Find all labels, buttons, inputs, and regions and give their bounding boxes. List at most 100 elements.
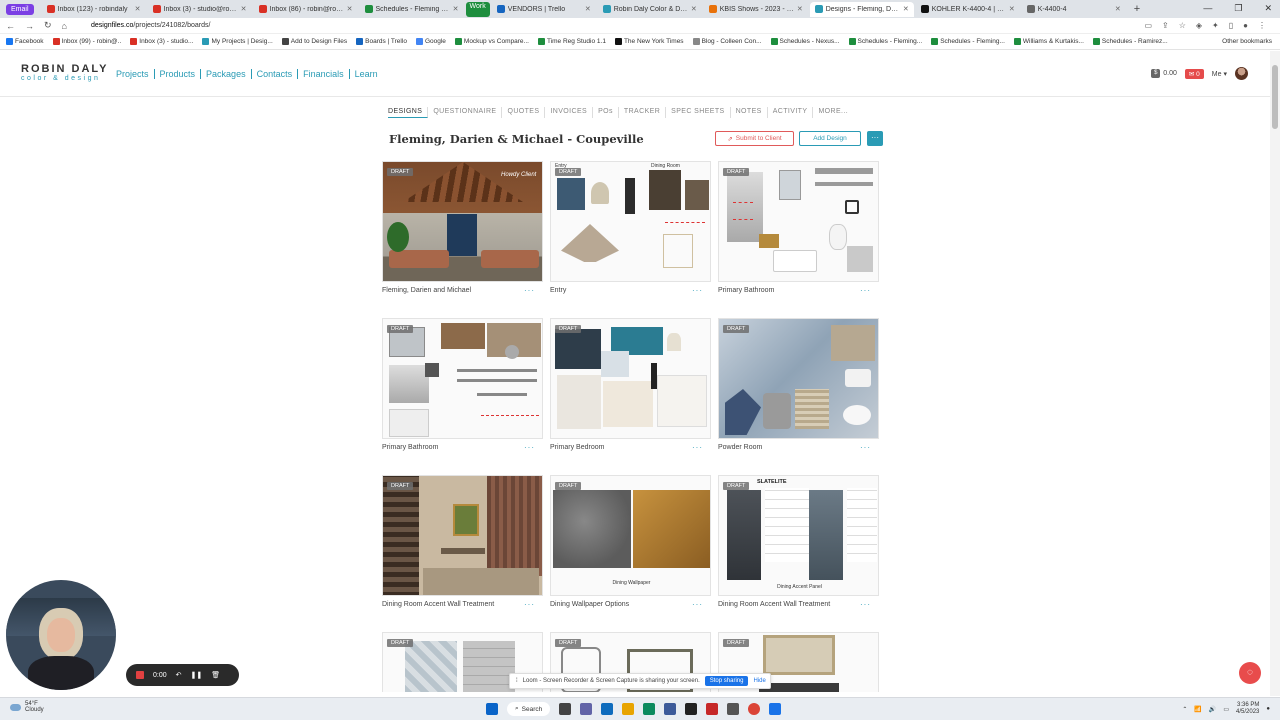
browser-tab[interactable]: Schedules - Fleming Upd ✕ — [360, 2, 464, 17]
notifications-badge[interactable]: ✉ 0 — [1184, 68, 1204, 79]
media-icon[interactable] — [727, 703, 740, 715]
design-board-card[interactable]: DRAFT Howdy Client Fleming, Darien and Mic… — [382, 161, 543, 303]
home-icon[interactable]: ⌂ — [62, 21, 67, 31]
board-thumbnail[interactable]: DRAFT Dining Wallpaper — [550, 475, 711, 596]
tray-chevron-icon[interactable]: ⌃ — [1182, 706, 1187, 713]
board-thumbnail[interactable]: DRAFT SLATELITE Dining Accent Panel — [718, 475, 879, 596]
hide-banner-button[interactable]: Hide — [753, 678, 765, 684]
submit-to-client-button[interactable]: ⇗ Submit to Client — [715, 131, 794, 146]
webcam-preview[interactable] — [6, 580, 116, 690]
bookmark-item[interactable]: Google — [415, 38, 446, 45]
close-tab-icon[interactable]: ✕ — [1115, 5, 1121, 13]
board-name[interactable]: Dining Room Accent Wall Treatment — [382, 601, 494, 609]
board-name[interactable]: Primary Bathroom — [718, 287, 774, 295]
design-board-card[interactable]: DRAFT Dining Room Accent Wall Treatment ··… — [382, 475, 543, 617]
board-name[interactable]: Fleming, Darien and Michael — [382, 287, 471, 295]
browser-tab[interactable]: KBIS Shows - 2023 - Hosts✕ — [704, 2, 808, 17]
bookmark-item[interactable]: The New York Times — [614, 38, 684, 45]
close-tab-icon[interactable]: ✕ — [135, 5, 141, 13]
design-board-card[interactable]: DRAFT Powder Room ··· — [718, 318, 879, 460]
design-board-card[interactable]: DRAFT SLATELITE Dining Accent Panel Dining … — [718, 475, 879, 617]
bookmark-item[interactable]: Blog - Colleen Con... — [692, 38, 762, 45]
board-thumbnail[interactable]: DRAFT Entry Dining Room — [550, 161, 711, 282]
pause-icon[interactable]: ❚❚ — [191, 671, 203, 679]
board-thumbnail[interactable]: DRAFT — [382, 475, 543, 596]
volume-icon[interactable]: 🔊 — [1209, 706, 1216, 713]
profile-icon[interactable]: ● — [1243, 21, 1248, 30]
bookmark-item[interactable]: Schedules - Fleming... — [848, 38, 922, 45]
close-tab-icon[interactable]: ✕ — [691, 5, 697, 13]
tab-more[interactable]: MORE... — [813, 107, 853, 118]
bookmark-item[interactable]: Time Reg Studio 1.1 — [537, 38, 606, 45]
close-tab-icon[interactable]: ✕ — [453, 5, 459, 13]
me-menu[interactable]: Me ▾ — [1212, 70, 1227, 78]
nav-financials[interactable]: Financials — [298, 69, 350, 79]
browser-tab[interactable]: Inbox (3) - studio@robin ✕ — [148, 2, 252, 17]
avatar[interactable] — [1235, 67, 1248, 80]
undo-icon[interactable]: ↶ — [176, 671, 182, 679]
browser-tab[interactable]: Inbox (123) - robindaly ✕ — [42, 2, 146, 17]
bookmark-item[interactable]: Mockup vs Compare... — [454, 38, 529, 45]
board-menu-icon[interactable]: ··· — [860, 444, 871, 452]
board-menu-icon[interactable]: ··· — [524, 287, 535, 295]
board-menu-icon[interactable]: ··· — [524, 444, 535, 452]
sidebar-icon[interactable]: ▯ — [1229, 21, 1233, 30]
board-thumbnail[interactable]: DRAFT — [382, 318, 543, 439]
close-tab-icon[interactable]: ✕ — [903, 5, 909, 13]
maximize-button[interactable]: ❐ — [1234, 3, 1242, 14]
browser-tab[interactable]: VENDORS | Trello ✕ — [492, 2, 596, 17]
star-icon[interactable]: ☆ — [1179, 21, 1186, 30]
design-board-card[interactable]: DRAFT Dining Wallpaper Dining Wallpaper Op… — [550, 475, 711, 617]
close-tab-icon[interactable]: ✕ — [241, 5, 247, 13]
nav-packages[interactable]: Packages — [201, 69, 252, 79]
board-menu-icon[interactable]: ··· — [860, 287, 871, 295]
taskbar-clock[interactable]: 3:36 PM 4/5/2023 — [1236, 702, 1259, 716]
close-window-button[interactable]: ✕ — [1264, 3, 1272, 14]
board-thumbnail[interactable]: DRAFT — [550, 318, 711, 439]
tab-group-chip[interactable]: Work — [465, 1, 490, 17]
board-menu-icon[interactable]: ··· — [692, 287, 703, 295]
bookmark-item[interactable]: Facebook — [6, 38, 44, 45]
board-name[interactable]: Primary Bedroom — [550, 444, 604, 452]
board-thumbnail[interactable]: DRAFT — [718, 318, 879, 439]
tab-spec-sheets[interactable]: SPEC SHEETS — [666, 107, 731, 118]
stop-recording-icon[interactable] — [136, 671, 144, 679]
nav-learn[interactable]: Learn — [350, 69, 383, 79]
board-thumbnail[interactable]: DRAFT — [718, 161, 879, 282]
board-name[interactable]: Dining Room Accent Wall Treatment — [718, 601, 830, 609]
chrome-icon[interactable] — [748, 703, 761, 715]
browser-tab[interactable]: Designs - Fleming, Darie ✕ — [809, 1, 914, 17]
bookmark-item[interactable]: Inbox (99) - robin@.. — [52, 38, 121, 45]
browser-tab[interactable]: K-4400-4 ✕ — [1022, 2, 1126, 17]
kebab-menu-icon[interactable]: ⋮ — [1258, 21, 1266, 30]
close-tab-icon[interactable]: ✕ — [1009, 5, 1015, 13]
board-menu-icon[interactable]: ··· — [524, 601, 535, 609]
add-design-button[interactable]: Add Design — [799, 131, 861, 146]
bookmark-item[interactable]: My Projects | Desig... — [202, 38, 273, 45]
design-board-card[interactable]: DRAFT Entry Dining Room Entry ··· — [550, 161, 711, 303]
board-menu-icon[interactable]: ··· — [860, 601, 871, 609]
board-menu-icon[interactable]: ··· — [692, 601, 703, 609]
bookmark-item[interactable]: Boards | Trello — [356, 38, 407, 45]
bookmark-item[interactable]: Schedules - Fleming... — [931, 38, 1005, 45]
file-explorer-icon[interactable] — [622, 703, 635, 715]
board-menu-icon[interactable]: ··· — [692, 444, 703, 452]
store-icon[interactable] — [664, 703, 677, 715]
start-menu-icon[interactable] — [486, 703, 498, 715]
scrollbar-thumb[interactable] — [1272, 65, 1278, 129]
tab-quotes[interactable]: QUOTES — [502, 107, 546, 118]
close-tab-icon[interactable]: ✕ — [347, 5, 353, 13]
close-tab-icon[interactable]: ✕ — [797, 5, 803, 13]
minimize-button[interactable]: — — [1203, 3, 1212, 14]
nav-projects[interactable]: Projects — [116, 69, 155, 79]
nav-contacts[interactable]: Contacts — [252, 69, 299, 79]
bookmark-item[interactable]: Inbox (3) - studio... — [130, 38, 193, 45]
tab-activity[interactable]: ACTIVITY — [768, 107, 814, 118]
stop-sharing-button[interactable]: Stop sharing — [704, 676, 749, 686]
close-tab-icon[interactable]: ✕ — [585, 5, 591, 13]
network-icon[interactable]: 📶 — [1194, 706, 1201, 713]
profile-chip[interactable]: Email — [6, 3, 34, 15]
browser-tab[interactable]: Inbox (86) - robin@robin ✕ — [254, 2, 358, 17]
app-icon[interactable] — [685, 703, 698, 715]
trash-icon[interactable]: 🗑 — [211, 671, 220, 679]
